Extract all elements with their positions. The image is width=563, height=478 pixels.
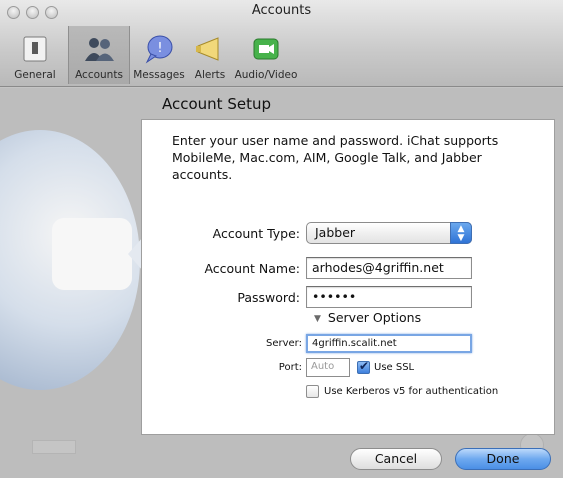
svg-text:!: ! xyxy=(157,41,162,56)
server-field[interactable]: 4griffin.scalit.net xyxy=(306,334,472,353)
server-label: Server: xyxy=(266,338,302,349)
toolbar-label-messages: Messages xyxy=(133,69,185,81)
kerberos-label: Use Kerberos v5 for authentication xyxy=(324,386,499,397)
use-ssl-checkbox[interactable]: ✔ xyxy=(357,359,370,374)
cancel-button[interactable]: Cancel xyxy=(350,448,442,470)
popup-arrows-icon: ▲ ▼ xyxy=(450,222,472,244)
toolbar-item-alerts[interactable]: Alerts xyxy=(188,26,232,84)
people-icon xyxy=(83,34,115,64)
intro-text: Enter your user name and password. iChat… xyxy=(172,133,499,182)
port-field[interactable]: Auto xyxy=(306,358,350,377)
megaphone-icon xyxy=(194,34,226,64)
switch-icon xyxy=(19,34,51,64)
kerberos-checkbox[interactable] xyxy=(306,385,319,398)
toolbar-item-messages[interactable]: ! Messages xyxy=(130,26,188,84)
port-label: Port: xyxy=(278,362,302,373)
toolbar-item-audio-video[interactable]: Audio/Video xyxy=(232,26,300,84)
server-options-disclosure[interactable]: ▼ Server Options xyxy=(314,310,421,325)
use-ssl-label: Use SSL xyxy=(374,362,415,373)
toolbar-label-alerts: Alerts xyxy=(194,69,226,81)
window-title: Accounts xyxy=(251,3,312,18)
sheet-title: Account Setup xyxy=(162,95,271,113)
password-label: Password: xyxy=(237,290,300,305)
account-type-label: Account Type: xyxy=(212,226,300,241)
accounts-window: Accounts General Accounts ! Messages Ale… xyxy=(0,0,563,478)
server-options-label: Server Options xyxy=(327,310,422,325)
toolbar: Accounts General Accounts ! Messages Ale… xyxy=(0,0,563,87)
video-camera-icon xyxy=(250,34,282,64)
toolbar-label-accounts: Accounts xyxy=(75,69,123,81)
account-name-field[interactable]: arhodes@4griffin.net xyxy=(306,257,472,279)
account-type-popup[interactable]: Jabber ▲ ▼ xyxy=(306,222,472,244)
done-button[interactable]: Done xyxy=(455,448,551,470)
toolbar-item-accounts[interactable]: Accounts xyxy=(68,26,130,84)
password-field[interactable]: •••••• xyxy=(306,286,472,308)
ichat-tile-graphic xyxy=(52,218,132,290)
account-name-label: Account Name: xyxy=(204,261,300,276)
add-remove-account-buttons xyxy=(32,440,76,454)
toolbar-label-audio-video: Audio/Video xyxy=(234,69,298,81)
toolbar-label-general: General xyxy=(14,69,56,81)
toolbar-item-general[interactable]: General xyxy=(2,26,68,84)
speech-bubble-icon: ! xyxy=(143,34,175,64)
disclosure-triangle-icon: ▼ xyxy=(314,314,321,324)
account-type-value: Jabber xyxy=(315,225,356,240)
checkmark-icon: ✔ xyxy=(359,359,370,373)
